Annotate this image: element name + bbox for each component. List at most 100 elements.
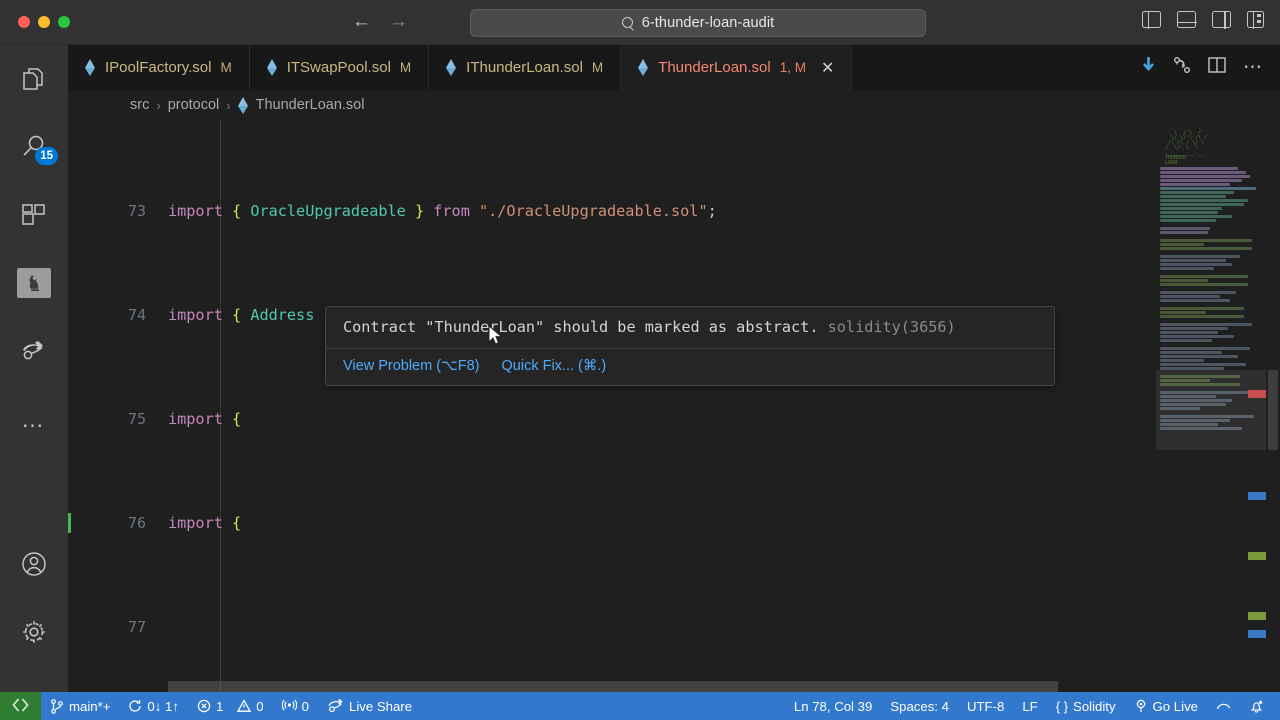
line-content[interactable]: import { OracleUpgradeable } from "./Ora… (168, 198, 1280, 224)
solidity-file-icon (638, 59, 649, 76)
go-live-label: Go Live (1152, 698, 1198, 714)
window-controls[interactable] (0, 16, 70, 28)
command-center-search[interactable]: 6-thunder-loan-audit (470, 9, 926, 37)
sidebar-item-settings[interactable] (0, 598, 68, 666)
horizontal-scrollbar[interactable] (168, 681, 1156, 692)
branch-name: main*+ (69, 698, 111, 714)
download-icon[interactable] (1141, 56, 1156, 79)
status-go-live[interactable]: Go Live (1125, 692, 1207, 720)
sidebar-item-extensions[interactable] (0, 181, 68, 249)
remote-indicator[interactable] (0, 692, 41, 720)
line-content[interactable]: import { (168, 406, 1280, 432)
code-line-77: 77 (68, 614, 1280, 640)
breadcrumb-separator: › (156, 97, 161, 113)
line-number: 73 (127, 202, 146, 220)
vscode-window: ← → 6-thunder-loan-audit 15 … IPoolFacto… (0, 0, 1280, 720)
gear-icon (20, 618, 48, 646)
command-center-text: 6-thunder-loan-audit (641, 15, 775, 31)
go-forward-icon[interactable]: → (389, 12, 408, 31)
problem-hover-tooltip[interactable]: Contract "ThunderLoan" should be marked … (325, 306, 1055, 386)
status-indentation[interactable]: Spaces: 4 (881, 692, 958, 720)
editor-tabs: IPoolFactory.sol M ITSwapPool.sol M IThu… (68, 45, 1280, 90)
view-problem-link[interactable]: View Problem (⌥F8) (343, 358, 480, 374)
tab-dirty-flag: M (399, 60, 412, 75)
toggle-panel-icon[interactable] (1176, 11, 1197, 28)
eol-label: LF (1022, 698, 1038, 714)
breadcrumb-protocol[interactable]: protocol (168, 97, 220, 113)
close-icon[interactable]: ✕ (821, 58, 834, 78)
status-sync[interactable]: 0↓ 1↑ (119, 692, 188, 720)
tab-itswappool[interactable]: ITSwapPool.sol M (249, 45, 430, 90)
vertical-scrollbar[interactable] (1266, 120, 1280, 692)
pull-request-icon[interactable] (1173, 56, 1191, 79)
quick-fix-link[interactable]: Quick Fix... (⌘.) (502, 358, 607, 374)
solidity-file-icon (446, 59, 457, 76)
status-branch[interactable]: main*+ (41, 692, 119, 720)
layout-controls[interactable] (1142, 10, 1264, 29)
vertical-scrollbar-thumb[interactable] (1268, 370, 1278, 450)
indentation-label: Spaces: 4 (890, 698, 949, 714)
breadcrumb[interactable]: src › protocol › ThunderLoan.sol (68, 90, 1280, 120)
status-feedback[interactable] (1207, 692, 1240, 720)
hover-message: Contract "ThunderLoan" should be marked … (343, 318, 819, 336)
modified-line-indicator (68, 513, 71, 533)
cursor-position-label: Ln 78, Col 39 (793, 698, 873, 714)
status-notifications[interactable] (1240, 692, 1280, 720)
sidebar-item-more[interactable]: … (0, 385, 68, 453)
error-count: 1 (215, 698, 224, 714)
tab-thunderloan[interactable]: ThunderLoan.sol 1, M ✕ (621, 45, 853, 90)
status-eol[interactable]: LF (1013, 692, 1046, 720)
tab-ithunderloan[interactable]: IThunderLoan.sol M (429, 45, 622, 90)
minimap[interactable]: . _ . . . \ / \ / . \/ \/ \ /\ / /\ /\ /… (1156, 120, 1266, 692)
line-number: 74 (127, 306, 146, 324)
status-language-mode[interactable]: { } Solidity (1047, 692, 1125, 720)
split-editor-icon[interactable] (1208, 57, 1226, 78)
feedback-icon (1216, 700, 1231, 712)
status-problems[interactable]: 1 0 (188, 692, 273, 720)
code-line-76: 76 import { (68, 510, 1280, 536)
code-editor[interactable]: 73 import { OracleUpgradeable } from "./… (68, 120, 1280, 692)
more-actions-icon[interactable]: ⋯ (1243, 58, 1264, 77)
solidity-file-icon (237, 96, 249, 114)
tab-dirty-flag: M (220, 60, 232, 75)
breadcrumb-src[interactable]: src (130, 97, 149, 113)
sidebar-item-search[interactable]: 15 (0, 113, 68, 181)
hover-source: solidity(3656) (827, 318, 956, 336)
toggle-primary-sidebar-icon[interactable] (1142, 10, 1161, 29)
status-ports[interactable]: 0 (273, 692, 318, 720)
search-icon (621, 16, 635, 30)
navigation-buttons[interactable]: ← → (352, 12, 408, 31)
line-number: 76 (127, 514, 146, 532)
editor-content: 73 import { OracleUpgradeable } from "./… (68, 120, 1280, 692)
toggle-secondary-sidebar-icon[interactable] (1212, 10, 1231, 29)
tab-label: ThunderLoan.sol (658, 59, 771, 76)
sidebar-item-solidity[interactable] (0, 249, 68, 317)
tab-label: IThunderLoan.sol (466, 59, 583, 76)
maximize-window-button[interactable] (58, 16, 70, 28)
account-icon (20, 550, 48, 578)
more-icon: … (21, 406, 47, 432)
sidebar-item-accounts[interactable] (0, 530, 68, 598)
sync-counts: 0↓ 1↑ (147, 698, 179, 714)
horizontal-scrollbar-thumb[interactable] (168, 681, 1058, 692)
tab-label: ITSwapPool.sol (286, 59, 391, 76)
go-back-icon[interactable]: ← (352, 12, 371, 31)
editor-group: IPoolFactory.sol M ITSwapPool.sol M IThu… (68, 45, 1280, 692)
status-encoding[interactable]: UTF-8 (958, 692, 1013, 720)
tab-ipoolfactory[interactable]: IPoolFactory.sol M (68, 45, 250, 90)
status-live-share[interactable]: Live Share (318, 692, 421, 720)
minimap-slider[interactable] (1156, 370, 1266, 450)
close-window-button[interactable] (18, 16, 30, 28)
minimize-window-button[interactable] (38, 16, 50, 28)
breadcrumb-file[interactable]: ThunderLoan.sol (256, 97, 365, 113)
line-content[interactable]: import { (168, 510, 1280, 536)
sidebar-item-live-share[interactable] (0, 317, 68, 385)
solidity-file-icon (85, 59, 96, 76)
error-icon (197, 699, 211, 713)
customize-layout-icon[interactable] (1247, 10, 1264, 29)
sidebar-item-explorer[interactable] (0, 45, 68, 113)
status-cursor-position[interactable]: Ln 78, Col 39 (785, 692, 881, 720)
title-bar: ← → 6-thunder-loan-audit (0, 0, 1280, 45)
warning-icon (237, 699, 252, 713)
live-share-icon (327, 699, 344, 713)
